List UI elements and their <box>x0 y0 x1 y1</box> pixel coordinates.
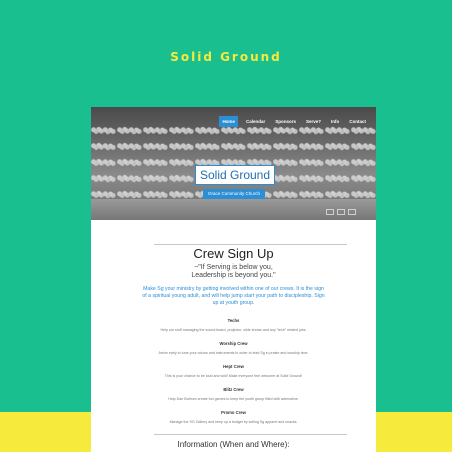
nav-calendar[interactable]: Calendar <box>244 117 267 126</box>
crew-name: Blitz Crew <box>223 387 244 392</box>
crew-name: Promo Crew <box>221 410 246 415</box>
slide-icon[interactable] <box>348 209 356 215</box>
nav-serve[interactable]: Serve? <box>304 117 323 126</box>
quote: ~"If Serving is below you, Leadership is… <box>91 264 376 280</box>
slide-icon[interactable] <box>337 209 345 215</box>
intro-text: Make Sg your ministry by getting involve… <box>142 286 325 306</box>
crew-item-blitz: Blitz Crew Help Dan Bothum create fun ga… <box>131 387 336 401</box>
crew-item-hept: Hept Crew This is your chance to be loud… <box>131 364 336 378</box>
divider-top <box>154 244 347 245</box>
crew-desc: Manage the SG Gallery and keep up a budg… <box>169 420 298 424</box>
hero-banner: Home Calendar Sponsors Serve? Info Conta… <box>91 107 376 220</box>
crew-desc: Arrive early to tune your voices and ins… <box>158 351 309 355</box>
nav-info[interactable]: Info <box>329 117 341 126</box>
crew-name: Techs <box>227 318 240 323</box>
crew-desc: This is your chance to be loud and wild!… <box>164 374 303 378</box>
nav-contact[interactable]: Contact <box>347 117 368 126</box>
church-tag: Grace Community Church <box>203 189 265 199</box>
quote-line-2: Leadership is beyond you." <box>191 272 276 279</box>
site-logo[interactable]: Solid Ground <box>195 165 275 185</box>
website-preview: Home Calendar Sponsors Serve? Info Conta… <box>91 107 376 452</box>
page-title: Crew Sign Up <box>193 246 274 261</box>
crew-item-techs: Techs Help our stuff managing the sound … <box>131 318 336 332</box>
crew-desc: Help our stuff managing the sound board,… <box>160 328 307 332</box>
divider-bottom <box>154 434 347 435</box>
crew-name: Worship Crew <box>219 341 248 346</box>
brand-title: Solid Ground <box>170 50 282 64</box>
hero-icons <box>326 209 356 215</box>
main-nav: Home Calendar Sponsors Serve? Info Conta… <box>219 116 368 127</box>
nav-home[interactable]: Home <box>219 116 238 127</box>
crew-desc: Help Dan Bothum create fun games to keep… <box>168 397 299 401</box>
crew-item-worship: Worship Crew Arrive early to tune your v… <box>131 341 336 355</box>
crew-item-promo: Promo Crew Manage the SG Gallery and kee… <box>131 410 336 424</box>
info-title: Information (When and Where): <box>177 440 290 449</box>
slide-icon[interactable] <box>326 209 334 215</box>
nav-sponsors[interactable]: Sponsors <box>273 117 298 126</box>
quote-line-1: ~"If Serving is below you, <box>194 264 273 271</box>
crew-name: Hept Crew <box>223 364 244 369</box>
